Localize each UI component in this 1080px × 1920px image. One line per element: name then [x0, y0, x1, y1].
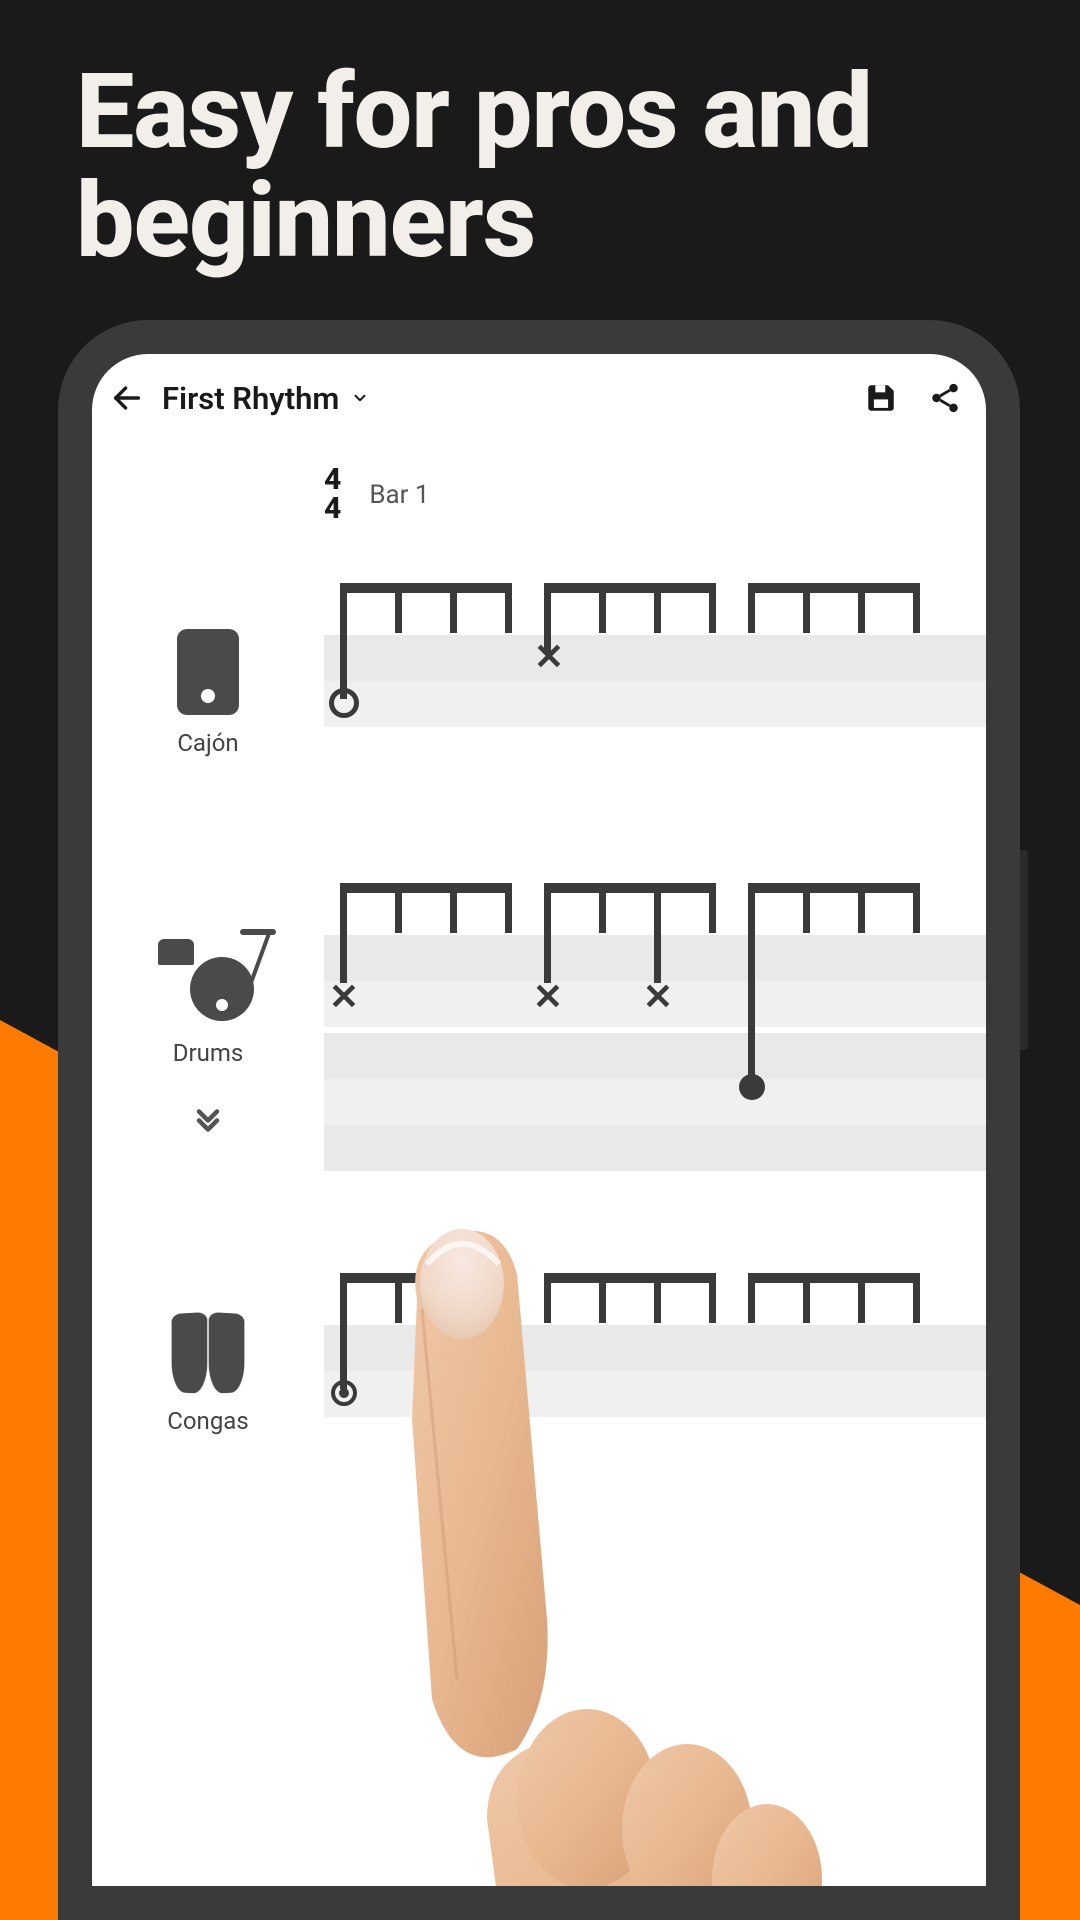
- track-congas: Congas: [92, 1273, 986, 1435]
- congas-icon: [171, 1313, 245, 1393]
- track-cajon: Cajón: [92, 583, 986, 763]
- instrument-label: Cajón: [177, 729, 238, 757]
- bar-meta: 4 4 Bar 1: [324, 466, 986, 523]
- instrument-cajon[interactable]: Cajón: [92, 583, 324, 763]
- note-dot[interactable]: [739, 1074, 765, 1100]
- note-cross[interactable]: ✕: [329, 976, 359, 1018]
- share-icon[interactable]: [928, 381, 962, 415]
- drums-icon: [158, 939, 258, 1025]
- marketing-headline: Easy for pros and beginners: [76, 58, 1030, 276]
- notation-drums[interactable]: ✕ ✕ ✕: [324, 883, 986, 1153]
- app-screen: First Rhythm 4 4 Bar 1: [92, 354, 986, 1886]
- notation-congas[interactable]: [324, 1273, 986, 1413]
- note-cross[interactable]: ✕: [534, 636, 564, 678]
- back-icon[interactable]: [110, 381, 144, 415]
- appbar: First Rhythm: [92, 362, 986, 434]
- note-target[interactable]: [331, 1380, 357, 1406]
- instrument-label: Drums: [173, 1039, 244, 1067]
- phone-side-button: [1020, 850, 1028, 1050]
- title-dropdown[interactable]: First Rhythm: [162, 380, 846, 417]
- instrument-label: Congas: [167, 1407, 248, 1435]
- project-title: First Rhythm: [162, 380, 339, 417]
- note-cross[interactable]: ✕: [533, 976, 563, 1018]
- note-cross[interactable]: ✕: [643, 976, 673, 1018]
- instrument-congas[interactable]: Congas: [92, 1273, 324, 1435]
- note-open[interactable]: [329, 688, 359, 718]
- chevron-down-icon: [351, 389, 369, 407]
- save-icon[interactable]: [864, 381, 898, 415]
- cajon-icon: [177, 629, 239, 715]
- expand-down-icon[interactable]: [190, 1101, 226, 1137]
- phone-frame: First Rhythm 4 4 Bar 1: [58, 320, 1020, 1920]
- bar-label: Bar 1: [369, 480, 429, 510]
- notation-cajon[interactable]: ✕: [324, 583, 986, 763]
- timesig-bottom: 4: [324, 495, 341, 524]
- instrument-drums[interactable]: Drums: [92, 883, 324, 1153]
- time-signature[interactable]: 4 4: [324, 466, 341, 523]
- track-drums: Drums: [92, 883, 986, 1153]
